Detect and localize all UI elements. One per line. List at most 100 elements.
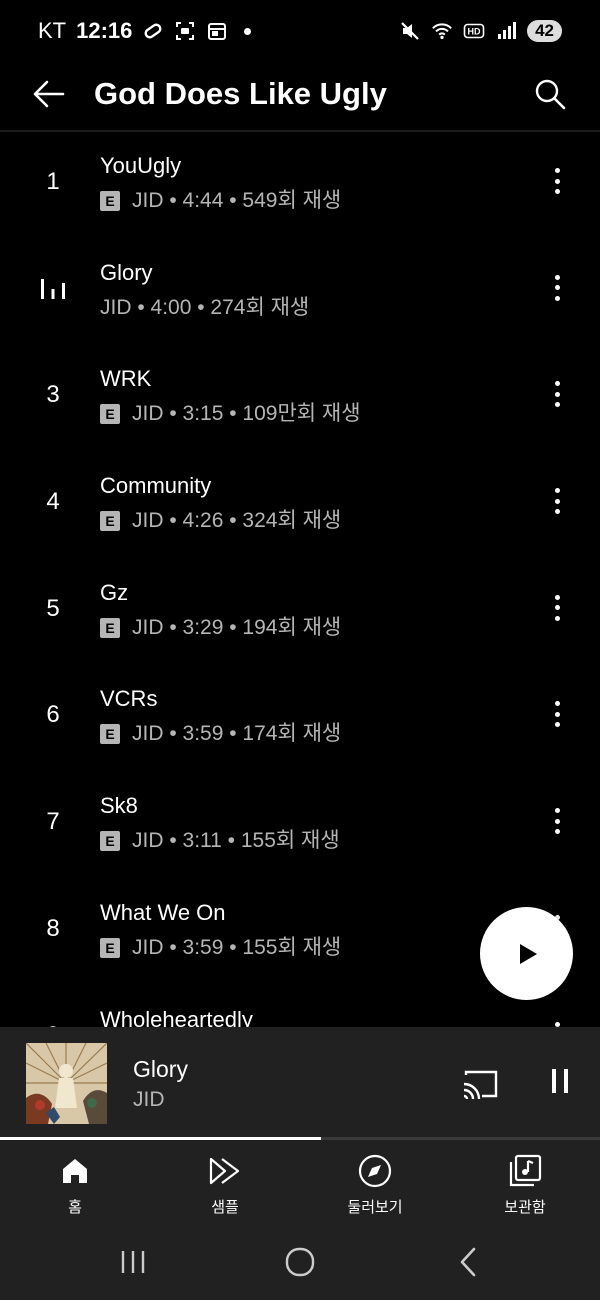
explicit-badge: E (100, 511, 120, 532)
status-bar: KT 12:16 HD 42 (0, 0, 600, 62)
search-button[interactable] (528, 72, 572, 116)
track-meta: E JID • 3:29 • 194회 재생 (100, 614, 341, 642)
explicit-badge: E (100, 831, 120, 852)
bottom-nav: 홈 샘플 둘러보기 보관함 (0, 1140, 600, 1228)
more-options-icon[interactable] (544, 166, 570, 196)
explicit-badge: E (100, 724, 120, 745)
now-playing-artist: JID (133, 1088, 165, 1111)
nav-label: 샘플 (211, 1199, 239, 1216)
explicit-badge: E (100, 617, 120, 638)
track-row[interactable]: 1 YouUgly E JID • 4:44 • 549회 재생 (0, 132, 600, 239)
calendar-icon (206, 20, 228, 42)
home-circle-icon (285, 1247, 315, 1277)
track-row[interactable]: 6 VCRs E JID • 3:59 • 174회 재생 (0, 665, 600, 772)
pause-bar-icon (552, 1069, 556, 1093)
track-meta: JID • 4:00 • 274회 재생 (100, 294, 309, 322)
track-title: WRK (100, 366, 152, 392)
track-meta-text: JID • 4:26 • 324회 재생 (132, 509, 342, 533)
nav-label: 둘러보기 (347, 1199, 403, 1216)
track-title: Sk8 (100, 793, 138, 819)
link-icon (142, 20, 164, 42)
track-row[interactable]: 5 Gz E JID • 3:29 • 194회 재생 (0, 559, 600, 666)
track-number: 5 (46, 594, 60, 622)
now-playing-title: Glory (133, 1056, 188, 1082)
recent-apps-button[interactable] (113, 1244, 153, 1280)
system-nav-bar (0, 1228, 600, 1300)
nav-item-explore[interactable]: 둘러보기 (300, 1140, 450, 1228)
more-dot (554, 402, 560, 408)
library-icon (508, 1154, 542, 1188)
track-title: Glory (100, 259, 153, 285)
recent-apps-icon (121, 1251, 145, 1273)
track-meta-text: JID • 3:59 • 155회 재생 (132, 935, 342, 959)
cast-button[interactable] (460, 1067, 500, 1101)
track-row[interactable]: 7 Sk8 E JID • 3:11 • 155회 재생 (0, 772, 600, 879)
play-icon (519, 943, 537, 964)
signal-icon (495, 20, 517, 42)
more-options-icon[interactable] (544, 273, 570, 303)
chevron-left-icon (460, 1247, 476, 1277)
nav-item-home[interactable]: 홈 (0, 1140, 150, 1228)
nav-label: 홈 (68, 1199, 82, 1216)
track-title: YouUgly (100, 153, 182, 178)
nav-item-library[interactable]: 보관함 (450, 1140, 600, 1228)
back-button[interactable] (28, 74, 68, 114)
app-header: God Does Like Ugly (0, 62, 600, 130)
album-art (26, 1043, 107, 1124)
more-dot (554, 295, 560, 301)
pause-bar-icon (564, 1069, 568, 1093)
track-title: What We On (100, 899, 226, 925)
more-dot (554, 711, 560, 717)
search-icon (535, 79, 566, 110)
more-options-icon[interactable] (544, 593, 570, 623)
nav-item-samples[interactable]: 샘플 (150, 1140, 300, 1228)
track-meta-text: JID • 3:59 • 174회 재생 (132, 722, 342, 746)
track-row[interactable]: 3 WRK E JID • 3:15 • 109만회 재생 (0, 345, 600, 452)
track-row[interactable]: 4 Community E JID • 4:26 • 324회 재생 (0, 452, 600, 559)
hd-icon: HD (463, 20, 485, 42)
track-list: 1 YouUgly E JID • 4:44 • 549회 재생 Glory JID • … (0, 132, 600, 1027)
samples-icon (208, 1154, 242, 1188)
track-number: 7 (46, 808, 60, 836)
mini-player[interactable]: Glory JID (0, 1027, 600, 1139)
track-meta: E JID • 3:59 • 155회 재생 (100, 934, 341, 962)
more-dot (554, 509, 560, 515)
system-back-button[interactable] (448, 1244, 488, 1280)
explicit-badge: E (100, 191, 120, 211)
play-all-button[interactable] (480, 907, 573, 1000)
more-dot (554, 722, 560, 728)
home-icon (58, 1154, 92, 1188)
carrier-label: KT (38, 18, 67, 43)
more-dot (554, 829, 560, 835)
arrow-left-icon (33, 80, 65, 108)
explicit-badge: E (100, 404, 120, 425)
more-options-icon[interactable] (544, 806, 570, 836)
more-options-icon[interactable] (544, 379, 570, 409)
more-options-icon[interactable] (544, 486, 570, 516)
track-number: 1 (46, 168, 60, 195)
page-title: God Does Like Ugly (94, 76, 387, 111)
track-meta: E JID • 3:11 • 155회 재생 (100, 827, 340, 855)
home-system-button[interactable] (280, 1244, 320, 1280)
track-meta-text: JID • 3:11 • 155회 재생 (132, 829, 340, 853)
track-number: 6 (46, 701, 60, 729)
nav-label: 보관함 (504, 1199, 546, 1216)
more-dot (554, 168, 560, 173)
track-row[interactable]: Glory JID • 4:00 • 274회 재생 (0, 239, 600, 346)
track-meta-text: JID • 3:15 • 109만회 재생 (132, 402, 361, 426)
pause-button[interactable] (545, 1065, 575, 1097)
more-dot (554, 178, 560, 184)
more-dot (554, 391, 560, 397)
more-dot (554, 381, 560, 387)
more-dot (554, 1021, 560, 1027)
track-meta: E JID • 4:26 • 324회 재생 (100, 507, 341, 535)
more-dot (554, 808, 560, 814)
more-options-icon[interactable] (544, 1020, 570, 1028)
more-options-icon[interactable] (544, 699, 570, 729)
wifi-icon (431, 20, 453, 42)
screenshot-icon (174, 20, 196, 42)
track-title: Wholeheartedly (100, 1006, 253, 1028)
clock: 12:16 (76, 18, 133, 43)
cast-icon (463, 1070, 498, 1100)
track-number: 3 (46, 381, 60, 409)
